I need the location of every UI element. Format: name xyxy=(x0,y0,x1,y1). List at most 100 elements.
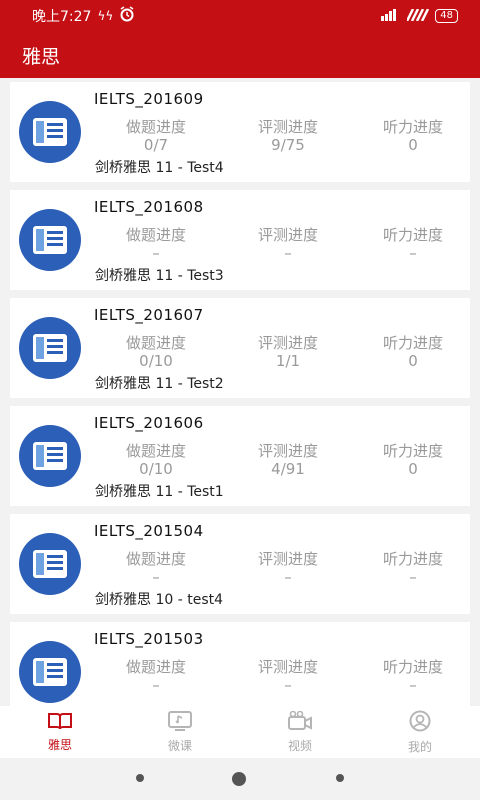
exam-title: IELTS_201606 xyxy=(94,414,204,432)
bottom-tab-bar: 雅思 微课 视频 我的 xyxy=(0,706,480,758)
exam-title: IELTS_201607 xyxy=(94,306,204,324)
practice-value: – xyxy=(152,244,160,262)
page-title: 雅思 xyxy=(22,45,61,68)
flash-icon: ϟϟ xyxy=(97,9,114,23)
evaluation-label: 评测进度 xyxy=(257,658,318,676)
video-camera-icon xyxy=(287,710,313,734)
app-header: 雅思 xyxy=(0,32,480,78)
exam-list[interactable]: IELTS_201609 做题进度 0/7 评测进度 9/75 听力进度 0 剑桥雅思… xyxy=(10,82,470,706)
listening-label: 听力进度 xyxy=(382,334,443,352)
evaluation-value: – xyxy=(284,568,292,586)
listening-value: – xyxy=(409,568,417,586)
evaluation-label: 评测进度 xyxy=(257,442,318,460)
tab-ielts[interactable]: 雅思 xyxy=(0,706,120,758)
evaluation-progress: 评测进度 1/1 xyxy=(228,332,348,372)
listening-progress: 听力进度 0 xyxy=(353,332,470,372)
alarm-icon xyxy=(119,6,135,26)
battery-level: 48 xyxy=(440,10,453,21)
practice-progress: 做题进度 – xyxy=(96,548,216,588)
profile-icon xyxy=(409,710,431,735)
practice-progress: 做题进度 – xyxy=(96,224,216,264)
micro-lesson-icon xyxy=(167,710,193,734)
listening-progress: 听力进度 – xyxy=(353,224,470,264)
tab-profile[interactable]: 我的 xyxy=(360,706,480,758)
practice-progress: 做题进度 – xyxy=(96,656,216,696)
document-icon xyxy=(19,209,81,271)
nav-home-button[interactable] xyxy=(232,772,246,786)
document-icon xyxy=(19,533,81,595)
nav-recents-button[interactable] xyxy=(336,774,344,782)
exam-subtitle: 剑桥雅思 11 - Test2 xyxy=(95,376,224,392)
evaluation-value: 1/1 xyxy=(275,352,301,370)
exam-card[interactable]: IELTS_201504 做题进度 – 评测进度 – 听力进度 – 剑桥雅思 10 -… xyxy=(10,514,470,614)
exam-subtitle: 剑桥雅思 11 - Test1 xyxy=(95,484,224,500)
tab-video[interactable]: 视频 xyxy=(240,706,360,758)
evaluation-label: 评测进度 xyxy=(257,334,318,352)
practice-label: 做题进度 xyxy=(125,658,186,676)
nav-back-button[interactable] xyxy=(136,774,144,782)
exam-title: IELTS_201609 xyxy=(94,90,204,108)
listening-label: 听力进度 xyxy=(382,442,443,460)
practice-value: 0/10 xyxy=(139,352,173,370)
book-icon xyxy=(48,712,72,733)
practice-label: 做题进度 xyxy=(125,334,186,352)
practice-progress: 做题进度 0/10 xyxy=(96,332,216,372)
listening-value: – xyxy=(409,676,417,694)
practice-progress: 做题进度 0/7 xyxy=(96,116,216,156)
listening-label: 听力进度 xyxy=(382,550,443,568)
tab-ielts-label: 雅思 xyxy=(47,737,72,752)
listening-value: 0 xyxy=(408,460,418,478)
listening-value: 0 xyxy=(408,136,418,154)
exam-card[interactable]: IELTS_201609 做题进度 0/7 评测进度 9/75 听力进度 0 剑桥雅思… xyxy=(10,82,470,182)
listening-value: – xyxy=(409,244,417,262)
tab-profile-label: 我的 xyxy=(407,739,432,754)
exam-subtitle: 剑桥雅思 10 - test4 xyxy=(95,592,224,608)
document-icon xyxy=(19,641,81,703)
practice-value: – xyxy=(152,676,160,694)
system-nav-bar xyxy=(0,758,480,800)
evaluation-label: 评测进度 xyxy=(257,550,318,568)
tab-micro-lesson[interactable]: 微课 xyxy=(120,706,240,758)
document-icon xyxy=(19,425,81,487)
listening-progress: 听力进度 – xyxy=(353,548,470,588)
evaluation-label: 评测进度 xyxy=(257,226,318,244)
practice-value: 0/7 xyxy=(143,136,169,154)
exam-title: IELTS_201504 xyxy=(94,522,204,540)
practice-progress: 做题进度 0/10 xyxy=(96,440,216,480)
exam-card[interactable]: IELTS_201607 做题进度 0/10 评测进度 1/1 听力进度 0 剑桥雅思… xyxy=(10,298,470,398)
exam-card[interactable]: IELTS_201608 做题进度 – 评测进度 – 听力进度 – 剑桥雅思 11 -… xyxy=(10,190,470,290)
tab-micro-lesson-label: 微课 xyxy=(167,738,192,753)
evaluation-progress: 评测进度 – xyxy=(228,224,348,264)
listening-progress: 听力进度 0 xyxy=(353,116,470,156)
practice-label: 做题进度 xyxy=(125,442,186,460)
evaluation-value: 9/75 xyxy=(271,136,305,154)
evaluation-progress: 评测进度 9/75 xyxy=(228,116,348,156)
evaluation-label: 评测进度 xyxy=(257,118,318,136)
practice-value: 0/10 xyxy=(139,460,173,478)
signal-2-icon xyxy=(406,7,430,24)
practice-label: 做题进度 xyxy=(125,550,186,568)
listening-label: 听力进度 xyxy=(382,118,443,136)
status-bar: 晚上7:27 ϟϟ 48 xyxy=(0,0,480,32)
document-icon xyxy=(19,317,81,379)
exam-subtitle: 剑桥雅思 11 - Test3 xyxy=(95,268,224,284)
document-icon xyxy=(19,101,81,163)
practice-label: 做题进度 xyxy=(125,226,186,244)
evaluation-value: 4/91 xyxy=(271,460,305,478)
listening-progress: 听力进度 0 xyxy=(353,440,470,480)
signal-icon xyxy=(381,8,401,24)
exam-title: IELTS_201503 xyxy=(94,630,204,648)
evaluation-progress: 评测进度 4/91 xyxy=(228,440,348,480)
exam-title: IELTS_201608 xyxy=(94,198,204,216)
listening-value: 0 xyxy=(408,352,418,370)
exam-subtitle: 剑桥雅思 11 - Test4 xyxy=(95,160,224,176)
exam-card[interactable]: IELTS_201606 做题进度 0/10 评测进度 4/91 听力进度 0 剑桥雅… xyxy=(10,406,470,506)
exam-card[interactable]: IELTS_201503 做题进度 – 评测进度 – 听力进度 – xyxy=(10,622,470,706)
evaluation-progress: 评测进度 – xyxy=(228,656,348,696)
practice-label: 做题进度 xyxy=(125,118,186,136)
listening-label: 听力进度 xyxy=(382,658,443,676)
listening-label: 听力进度 xyxy=(382,226,443,244)
practice-value: – xyxy=(152,568,160,586)
evaluation-progress: 评测进度 – xyxy=(228,548,348,588)
evaluation-value: – xyxy=(284,244,292,262)
